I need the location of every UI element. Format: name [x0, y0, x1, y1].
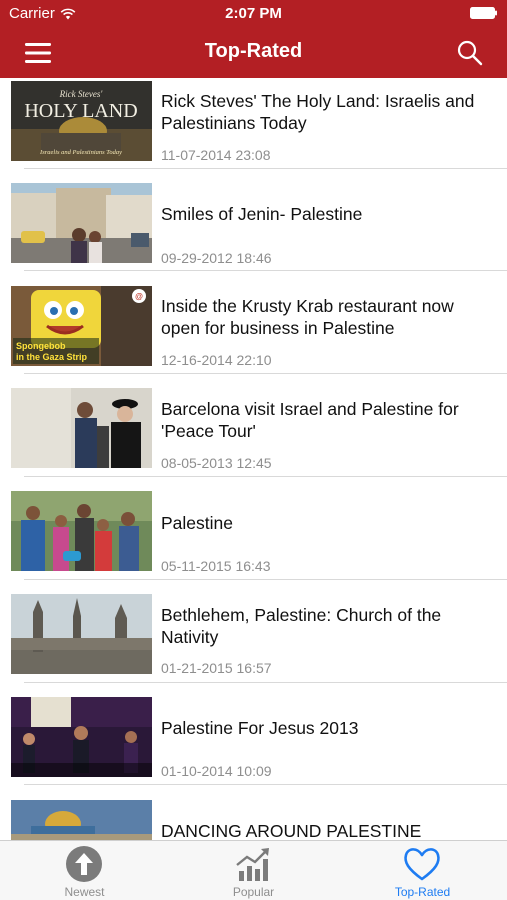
- svg-text:@: @: [135, 292, 143, 301]
- video-thumbnail: @ Spongebob in the Gaza Strip: [11, 286, 152, 366]
- video-thumbnail: [11, 800, 152, 840]
- video-thumbnail: [11, 183, 152, 263]
- video-title: Palestine For Jesus 2013: [161, 718, 359, 738]
- video-thumbnail: [11, 388, 152, 468]
- video-title: Inside the Krusty Krab restaurant now op…: [161, 296, 454, 338]
- video-date: 12-16-2014 22:10: [161, 352, 272, 368]
- video-title: Smiles of Jenin- Palestine: [161, 204, 363, 224]
- row-divider: [24, 579, 507, 580]
- bar-chart-trend-icon: [236, 848, 269, 881]
- row-divider: [24, 270, 507, 271]
- tab-popular[interactable]: Popular: [169, 841, 338, 900]
- status-time: 2:07 PM: [225, 5, 282, 22]
- row-divider: [24, 373, 507, 374]
- video-date: 09-29-2012 18:46: [161, 250, 272, 266]
- video-title: Rick Steves' The Holy Land: Israelis and…: [161, 91, 475, 133]
- video-row[interactable]: @ Spongebob in the Gaza Strip Inside the…: [0, 284, 507, 387]
- video-title: Barcelona visit Israel and Palestine for…: [161, 399, 459, 441]
- svg-text:HOLY LAND: HOLY LAND: [24, 100, 137, 122]
- app-screen: Carrier 2:07 PM Top-Rated Rick Steves' H…: [0, 0, 507, 900]
- navigation-bar: Top-Rated: [0, 28, 507, 78]
- video-row[interactable]: Rick Steves' HOLY LAND Israelis and Pale…: [0, 78, 507, 181]
- video-row[interactable]: Barcelona visit Israel and Palestine for…: [0, 387, 507, 490]
- row-divider: [24, 476, 507, 477]
- tab-bar: Newest Popular Top-Rated: [0, 840, 507, 900]
- page-title: Top-Rated: [204, 40, 303, 62]
- video-thumbnail: Rick Steves' HOLY LAND Israelis and Pale…: [11, 81, 152, 161]
- video-title: DANCING AROUND PALESTINE: [161, 821, 422, 840]
- video-thumbnail: [11, 594, 152, 674]
- search-icon[interactable]: [455, 38, 485, 68]
- row-divider: [24, 682, 507, 683]
- svg-text:Israelis and Palestinians Toda: Israelis and Palestinians Today: [39, 149, 122, 156]
- tab-popular-label: Popular: [232, 885, 275, 899]
- video-date: 11-07-2014 23:08: [161, 147, 271, 163]
- heart-icon: [404, 848, 440, 881]
- tab-top-rated[interactable]: Top-Rated: [338, 841, 507, 900]
- video-list[interactable]: Rick Steves' HOLY LAND Israelis and Pale…: [0, 78, 507, 840]
- video-date: 01-10-2014 10:09: [161, 763, 272, 779]
- status-bar: Carrier 2:07 PM: [0, 0, 507, 28]
- video-row[interactable]: Smiles of Jenin- Palestine 09-29-2012 18…: [0, 181, 507, 284]
- video-row[interactable]: Palestine 05-11-2015 16:43: [0, 490, 507, 593]
- arrow-up-circle-icon: [66, 846, 102, 882]
- battery-icon: [470, 7, 497, 19]
- video-date: 08-05-2013 12:45: [161, 455, 272, 471]
- video-row[interactable]: DANCING AROUND PALESTINE: [0, 799, 507, 840]
- video-thumbnail: [11, 491, 152, 571]
- row-divider: [24, 168, 507, 169]
- video-thumbnail: [11, 697, 152, 777]
- video-date: 01-21-2015 16:57: [161, 660, 272, 676]
- tab-top-rated-label: Top-Rated: [394, 885, 451, 899]
- svg-text:in the Gaza Strip: in the Gaza Strip: [16, 352, 88, 362]
- video-row[interactable]: Palestine For Jesus 2013 01-10-2014 10:0…: [0, 696, 507, 799]
- svg-text:Rick Steves': Rick Steves': [59, 89, 104, 99]
- top-bar: Carrier 2:07 PM Top-Rated: [0, 0, 507, 78]
- svg-text:Spongebob: Spongebob: [16, 341, 66, 351]
- video-title: Palestine: [161, 513, 233, 533]
- tab-newest[interactable]: Newest: [0, 841, 169, 900]
- video-title: Bethlehem, Palestine: Church of the Nati…: [161, 605, 442, 647]
- video-row[interactable]: Bethlehem, Palestine: Church of the Nati…: [0, 593, 507, 696]
- tab-newest-label: Newest: [64, 885, 105, 899]
- row-divider: [24, 784, 507, 785]
- video-date: 05-11-2015 16:43: [161, 558, 271, 574]
